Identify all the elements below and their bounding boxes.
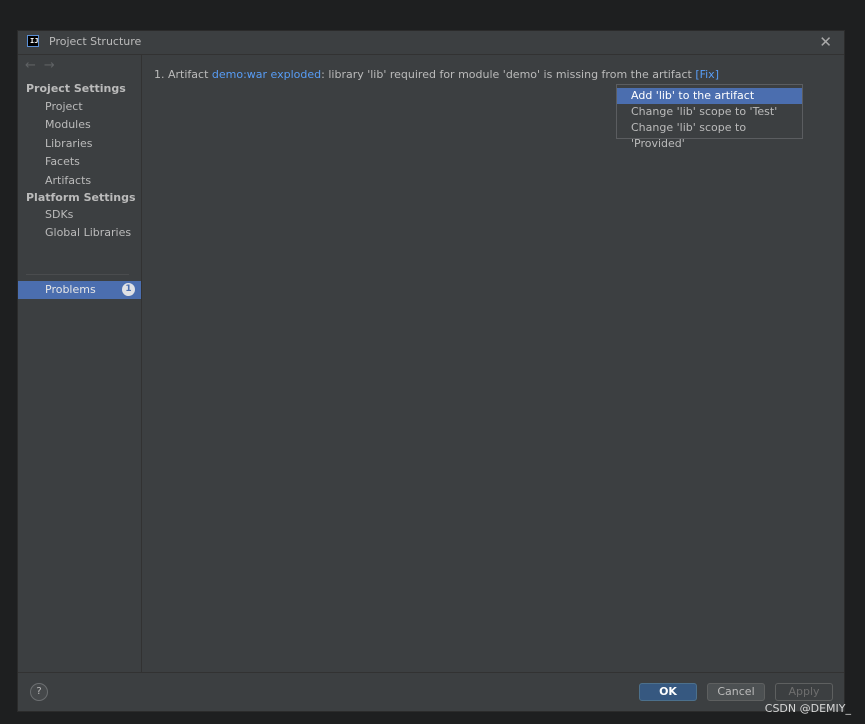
- title-bar: IJ Project Structure ✕: [18, 31, 844, 55]
- forward-arrow-icon[interactable]: →: [44, 58, 55, 73]
- window-title: Project Structure: [49, 35, 142, 48]
- project-settings-heading: Project Settings: [26, 82, 126, 95]
- fix-link[interactable]: [Fix]: [695, 68, 719, 81]
- problem-message: 1. Artifact demo:war exploded: library '…: [154, 68, 719, 81]
- sidebar-item-artifacts[interactable]: Artifacts: [45, 174, 91, 187]
- dialog-footer: ? OK Cancel Apply: [18, 672, 844, 711]
- close-icon[interactable]: ✕: [819, 33, 832, 51]
- sidebar-item-libraries[interactable]: Libraries: [45, 137, 93, 150]
- platform-settings-heading: Platform Settings: [26, 191, 136, 204]
- fix-popup-menu: Add 'lib' to the artifact Change 'lib' s…: [616, 84, 803, 150]
- sidebar-item-project[interactable]: Project: [45, 100, 83, 113]
- sidebar-item-sdks[interactable]: SDKs: [45, 208, 73, 221]
- menu-item-change-scope-provided[interactable]: Change 'lib' scope to 'Provided': [617, 120, 802, 150]
- apply-button[interactable]: Apply: [775, 683, 833, 701]
- nav-arrows: ← →: [25, 58, 63, 73]
- menu-item-add-lib-to-artifact[interactable]: Add 'lib' to the artifact: [617, 88, 802, 104]
- sidebar-item-global-libraries[interactable]: Global Libraries: [45, 226, 131, 239]
- problem-prefix: 1. Artifact: [154, 68, 212, 81]
- project-structure-dialog: IJ Project Structure ✕ ← → Project Settin…: [17, 30, 845, 712]
- problem-text: : library 'lib' required for module 'dem…: [321, 68, 696, 81]
- sidebar-item-modules[interactable]: Modules: [45, 118, 91, 131]
- ok-button[interactable]: OK: [639, 683, 697, 701]
- artifact-link[interactable]: demo:war exploded: [212, 68, 321, 81]
- sidebar-item-problems[interactable]: Problems 1: [18, 281, 141, 299]
- sidebar-item-label: Problems: [45, 283, 96, 296]
- problems-count-badge: 1: [122, 283, 135, 296]
- sidebar-item-facets[interactable]: Facets: [45, 155, 80, 168]
- sidebar: ← → Project Settings Project Modules Libr…: [18, 55, 142, 673]
- sidebar-divider: [26, 274, 129, 275]
- back-arrow-icon[interactable]: ←: [25, 58, 36, 73]
- cancel-button[interactable]: Cancel: [707, 683, 765, 701]
- problems-panel: 1. Artifact demo:war exploded: library '…: [142, 55, 844, 673]
- watermark-text: CSDN @DEMIY_: [764, 702, 851, 715]
- help-button[interactable]: ?: [30, 683, 48, 701]
- menu-item-change-scope-test[interactable]: Change 'lib' scope to 'Test': [617, 104, 802, 120]
- intellij-app-icon: IJ: [27, 35, 39, 47]
